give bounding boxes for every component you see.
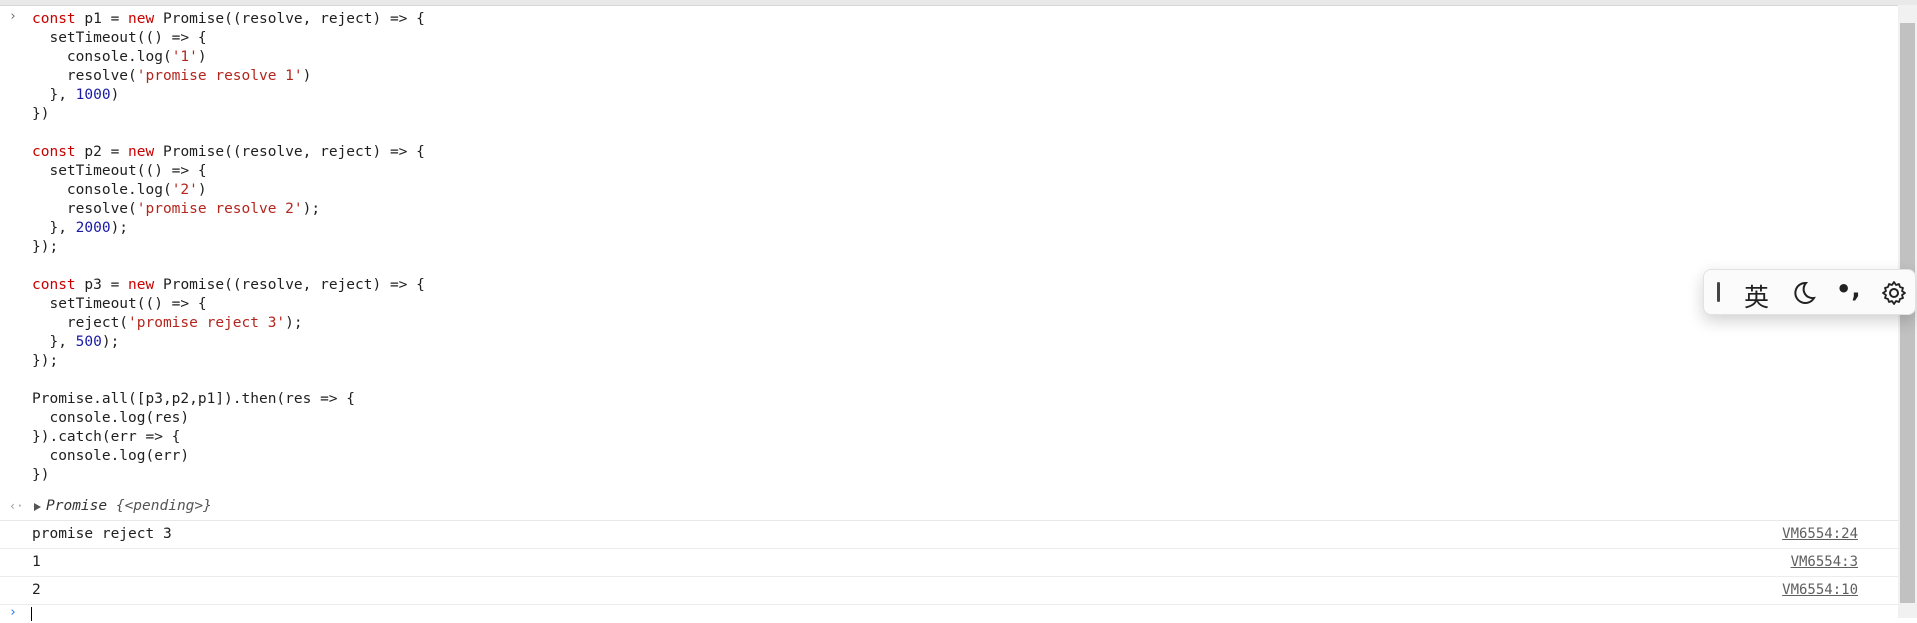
code-token: new [128, 277, 155, 293]
code-token: reject( [32, 315, 129, 331]
code-line: console.log(res) [32, 410, 190, 426]
code-token: const [32, 11, 76, 27]
code-token: console.log( [32, 182, 172, 198]
log-row: promise reject 3 VM6554:24 [0, 521, 1898, 549]
code-line: }).catch(err => { [32, 429, 181, 445]
code-token: console.log( [32, 49, 172, 65]
expand-triangle-icon[interactable] [34, 503, 41, 511]
code-line: Promise.all([p3,p2,p1]).then(res => { [32, 391, 356, 407]
code-token: ); [302, 201, 321, 217]
code-token: p1 = [75, 11, 129, 27]
code-line: console.log(err) [32, 448, 190, 464]
console-input-row[interactable]: › [0, 605, 1898, 623]
grip-icon[interactable] [1717, 282, 1720, 302]
code-token: p3 = [75, 277, 129, 293]
code-token: ); [285, 315, 303, 331]
code-number: 2000 [75, 220, 111, 236]
code-number: 1000 [75, 87, 111, 103]
code-token: const [32, 144, 76, 160]
log-message: 2 [32, 582, 41, 598]
log-source-link[interactable]: VM6554:10 [1782, 582, 1858, 598]
code-string: 'promise reject 3' [128, 315, 286, 331]
code-token: ); [110, 220, 129, 236]
log-source-link[interactable]: VM6554:3 [1791, 554, 1858, 570]
code-token: Promise((resolve, reject) => { [154, 144, 425, 160]
promise-state: {<pending>} [115, 498, 212, 514]
code-token: resolve( [32, 68, 137, 84]
text-caret [31, 607, 32, 621]
log-row: 2 VM6554:10 [0, 577, 1898, 605]
code-token: new [128, 11, 155, 27]
ime-toolbar: 英 •, [1703, 269, 1916, 315]
language-toggle[interactable]: 英 [1744, 278, 1769, 314]
code-string: '2' [171, 182, 198, 198]
code-token: p2 = [75, 144, 129, 160]
code-string: '1' [171, 49, 198, 65]
code-input-block[interactable]: const p1 = new Promise((resolve, reject)… [32, 10, 425, 485]
code-line: setTimeout(() => { [32, 163, 207, 179]
code-token: resolve( [32, 201, 137, 217]
code-line: setTimeout(() => { [32, 30, 207, 46]
code-string: 'promise resolve 1' [136, 68, 303, 84]
code-token: ); [101, 334, 120, 350]
code-line: }) [32, 106, 50, 122]
console-panel: › const p1 = new Promise((resolve, rejec… [0, 5, 1898, 621]
code-token: ) [302, 68, 312, 84]
promise-result-row[interactable]: ‹· Promise {<pending>} [0, 496, 1898, 521]
code-token: const [32, 277, 76, 293]
code-token: Promise((resolve, reject) => { [154, 11, 425, 27]
code-line: }) [32, 467, 50, 483]
code-token: ) [110, 87, 120, 103]
promise-label: Promise [46, 498, 108, 514]
gear-icon[interactable] [1881, 280, 1907, 306]
code-token: ) [197, 182, 207, 198]
code-token: Promise((resolve, reject) => { [154, 277, 425, 293]
input-prompt-icon: › [9, 9, 17, 24]
code-line: setTimeout(() => { [32, 296, 207, 312]
code-token: new [128, 144, 155, 160]
log-row: 1 VM6554:3 [0, 549, 1898, 577]
log-message: 1 [32, 554, 41, 570]
punctuation-toggle[interactable]: •, [1836, 275, 1860, 303]
result-prompt-icon: ‹· [9, 499, 24, 513]
promise-result-text: Promise {<pending>} [46, 498, 212, 514]
moon-icon[interactable] [1791, 280, 1817, 306]
code-number: 500 [75, 334, 102, 350]
code-token: ) [197, 49, 207, 65]
code-string: 'promise resolve 2' [136, 201, 303, 217]
code-token: }, [32, 87, 76, 103]
log-source-link[interactable]: VM6554:24 [1782, 526, 1858, 542]
code-token: }, [32, 220, 76, 236]
code-token: }, [32, 334, 76, 350]
code-line: }); [32, 353, 59, 369]
code-line: }); [32, 239, 59, 255]
log-message: promise reject 3 [32, 526, 172, 542]
